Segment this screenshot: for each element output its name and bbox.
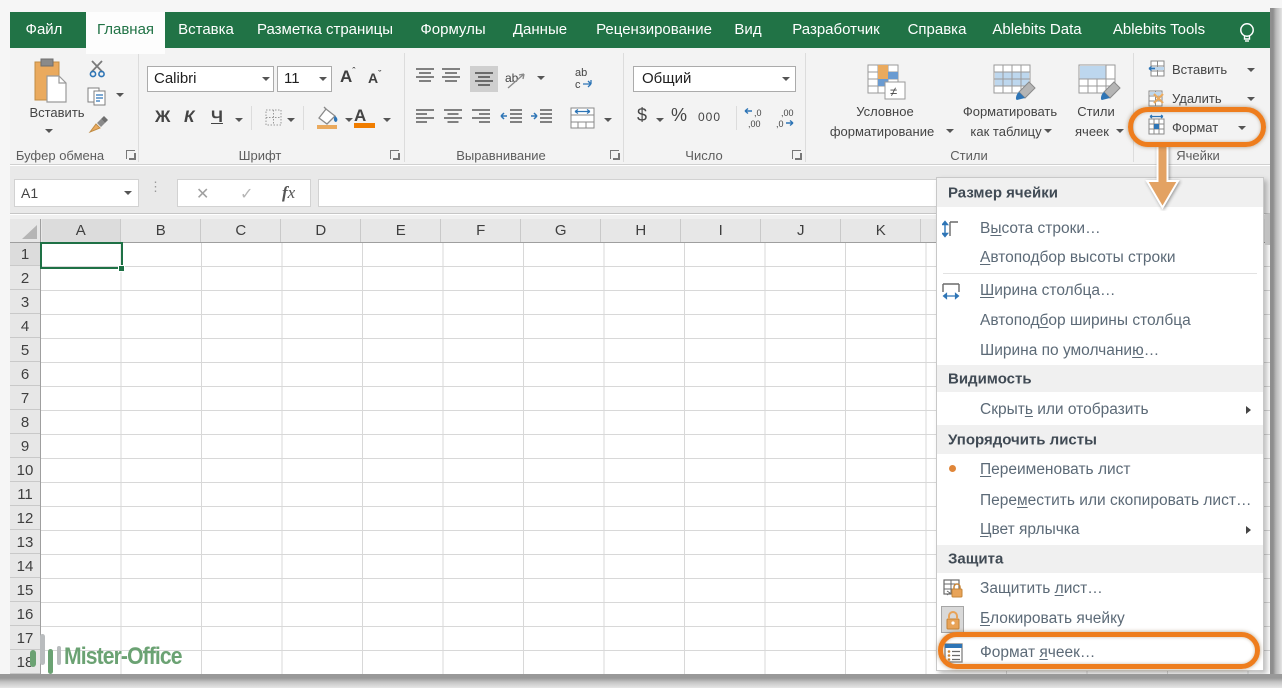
svg-text:c: c (575, 79, 581, 91)
svg-text:ab: ab (505, 71, 519, 85)
svg-text:,00: ,00 (748, 119, 761, 129)
svg-text:,0: ,0 (754, 108, 762, 118)
svg-text:≠: ≠ (890, 84, 897, 99)
svg-text:,0: ,0 (776, 119, 784, 129)
svg-text:,00: ,00 (781, 108, 794, 118)
svg-text:ab: ab (575, 67, 587, 79)
